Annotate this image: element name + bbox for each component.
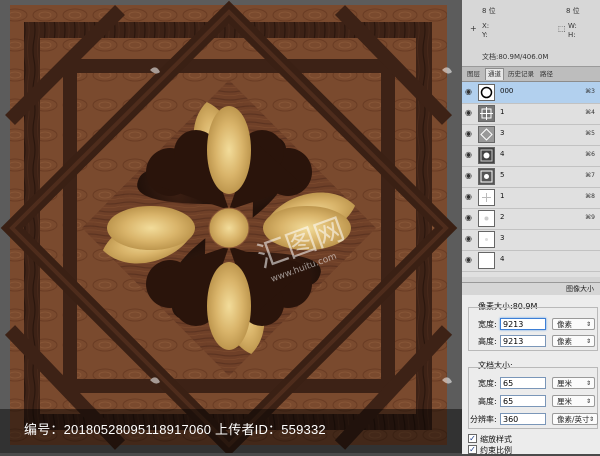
resolution-unit-select[interactable]: 像素/英寸 ⇕ [552,413,598,425]
channel-name: 1 [500,192,505,200]
channel-shortcut: ⌘7 [585,172,595,179]
resolution-input[interactable]: 360 [500,413,546,425]
info-panel: 8 位 8 位 + X: Y: ⬚ W: H: 文档:80.9M/406.0M [462,0,600,67]
y-label: Y: [482,31,488,39]
channel-name: 5 [500,171,505,179]
channel-thumbnail [478,147,495,164]
channel-name: 2 [500,213,505,221]
updown-icon: ⇕ [588,416,594,423]
channel-shortcut: ⌘9 [585,214,595,221]
updown-icon: ⇕ [585,338,591,345]
dialog-title: 图像大小 [462,283,600,295]
channel-row[interactable]: ◉ 4 [462,250,600,272]
pixel-width-unit-select[interactable]: 像素 ⇕ [552,318,595,330]
doc-height-label: 高度: [478,397,497,406]
w-label: W: [568,22,577,30]
channel-shortcut: ⌘5 [585,130,595,137]
caption-text: 编号：20180528095118917060 上传者ID：559332 [24,422,326,437]
updown-icon: ⇕ [585,380,591,387]
channel-thumbnail [478,252,495,269]
eye-icon[interactable]: ◉ [465,193,474,201]
channel-row[interactable]: ◉ 2 ⌘9 [462,208,600,230]
x-label: X: [482,22,490,30]
channel-name: 3 [500,234,505,242]
scale-styles-checkbox[interactable]: ✓ [468,434,477,443]
channel-row[interactable]: ◉ 1 ⌘4 [462,103,600,125]
channels-list: ◉ 000 ⌘3 ◉ 1 ⌘4 ◉ 3 ⌘5 ◉ 4 ⌘6 ◉ 5 ⌘7 ◉ 1… [462,82,600,277]
channel-thumbnail [478,126,495,143]
width-label: 宽度: [478,320,497,329]
updown-icon: ⇕ [585,398,591,405]
eye-icon[interactable]: ◉ [465,109,474,117]
channel-row[interactable]: ◉ 000 ⌘3 [462,82,600,104]
doc-width-unit-select[interactable]: 厘米 ⇕ [552,377,595,389]
scale-styles-label: 缩放样式 [480,435,512,444]
channel-row[interactable]: ◉ 1 ⌘8 [462,187,600,209]
panel-tabs: 图层 通道 历史记录 路径 [462,67,600,82]
eye-icon[interactable]: ◉ [465,214,474,222]
pixel-height-input[interactable]: 9213 [500,335,546,347]
channel-thumbnail [478,168,495,185]
pixel-width-input[interactable]: 9213 [500,318,546,330]
bit-depth-left: 8 位 [482,7,496,15]
pixel-height-unit-select[interactable]: 像素 ⇕ [552,335,595,347]
crosshair-icon: + [470,24,477,33]
tab-paths[interactable]: 路径 [538,69,555,80]
rectangle-icon: ⬚ [558,24,566,33]
eye-icon[interactable]: ◉ [465,172,474,180]
channel-name: 000 [500,87,514,95]
resolution-label: 分辨率: [470,415,497,424]
channel-shortcut: ⌘4 [585,109,595,116]
constrain-proportions-label: 约束比例 [480,446,512,455]
doc-height-unit-select[interactable]: 厘米 ⇕ [552,395,595,407]
bit-depth-right: 8 位 [566,7,580,15]
channel-name: 1 [500,108,505,116]
image-canvas[interactable]: 汇图网 www.huitu.com 编号：2018052809511891706… [0,0,462,453]
channel-row[interactable]: ◉ 3 ⌘5 [462,124,600,146]
eye-icon[interactable]: ◉ [465,88,474,96]
channel-thumbnail [478,189,495,206]
channel-name: 3 [500,129,505,137]
channel-row[interactable]: ◉ 3 [462,229,600,251]
image-size-dialog: 图像大小 像素大小:80.9M 宽度: 9213 像素 ⇕ 高度: 9213 像素… [462,282,600,455]
channel-shortcut: ⌘3 [585,88,595,95]
height-label: 高度: [478,337,497,346]
channel-name: 4 [500,150,505,158]
h-label: H: [568,31,576,39]
channel-thumbnail [478,231,495,248]
tab-layers[interactable]: 图层 [465,69,482,80]
doc-width-input[interactable]: 65 [500,377,546,389]
channel-thumbnail [478,210,495,227]
parquet-medallion-image: 汇图网 www.huitu.com [0,0,462,453]
eye-icon[interactable]: ◉ [465,235,474,243]
eye-icon[interactable]: ◉ [465,151,474,159]
doc-height-input[interactable]: 65 [500,395,546,407]
channel-thumbnail [478,105,495,122]
eye-icon[interactable]: ◉ [465,130,474,138]
right-panel: 8 位 8 位 + X: Y: ⬚ W: H: 文档:80.9M/406.0M … [462,0,600,455]
tab-history[interactable]: 历史记录 [506,69,536,80]
doc-width-label: 宽度: [478,379,497,388]
channel-name: 4 [500,255,505,263]
channel-shortcut: ⌘8 [585,193,595,200]
channel-row[interactable]: ◉ 5 ⌘7 [462,166,600,188]
channel-row[interactable]: ◉ 4 ⌘6 [462,145,600,167]
doc-size-readout: 文档:80.9M/406.0M [482,53,549,61]
eye-icon[interactable]: ◉ [465,256,474,264]
tab-channels[interactable]: 通道 [485,68,504,80]
channel-shortcut: ⌘6 [585,151,595,158]
updown-icon: ⇕ [585,321,591,328]
channel-thumbnail [478,84,495,101]
